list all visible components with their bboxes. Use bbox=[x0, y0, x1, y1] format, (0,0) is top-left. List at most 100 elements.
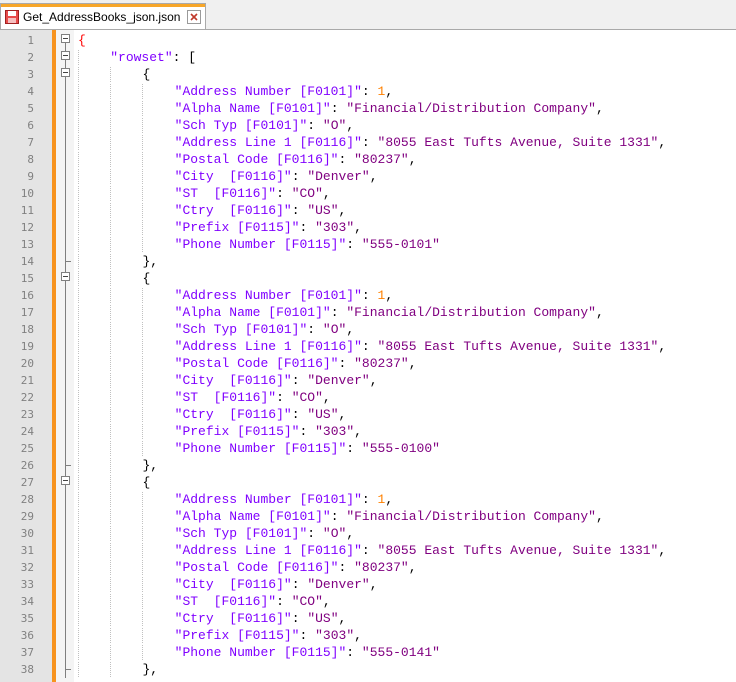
code-line[interactable]: 38 }, bbox=[0, 661, 736, 678]
code-text: }, bbox=[78, 254, 158, 269]
code-line[interactable]: 4 "Address Number [F0101]": 1, bbox=[0, 83, 736, 100]
line-number: 18 bbox=[20, 323, 34, 336]
code-text: { bbox=[78, 33, 86, 48]
code-line[interactable]: 27 { bbox=[0, 474, 736, 491]
code-line[interactable]: 8 "Postal Code [F0116]": "80237", bbox=[0, 151, 736, 168]
line-number: 6 bbox=[27, 119, 34, 132]
fold-guide-line bbox=[65, 287, 66, 304]
code-line[interactable]: 34 "ST [F0116]": "CO", bbox=[0, 593, 736, 610]
active-tab-indicator bbox=[1, 4, 205, 7]
fold-guide-line bbox=[65, 466, 66, 474]
line-number: 5 bbox=[27, 102, 34, 115]
code-line[interactable]: 19 "Address Line 1 [F0116]": "8055 East … bbox=[0, 338, 736, 355]
code-text: "Ctry [F0116]": "US", bbox=[78, 611, 346, 626]
fold-guide-line bbox=[65, 304, 66, 321]
line-number: 26 bbox=[20, 459, 34, 472]
code-line[interactable]: 26 }, bbox=[0, 457, 736, 474]
code-line[interactable]: 21 "City [F0116]": "Denver", bbox=[0, 372, 736, 389]
code-text: "Alpha Name [F0101]": "Financial/Distrib… bbox=[78, 305, 604, 320]
fold-toggle-icon[interactable] bbox=[61, 68, 70, 77]
code-line[interactable]: 30 "Sch Typ [F0101]": "O", bbox=[0, 525, 736, 542]
fold-toggle-icon[interactable] bbox=[61, 51, 70, 60]
fold-guide-line bbox=[65, 406, 66, 423]
code-text: "Prefix [F0115]": "303", bbox=[78, 628, 362, 643]
line-number: 2 bbox=[27, 51, 34, 64]
code-line[interactable]: 17 "Alpha Name [F0101]": "Financial/Dist… bbox=[0, 304, 736, 321]
line-number: 9 bbox=[27, 170, 34, 183]
code-line[interactable]: 18 "Sch Typ [F0101]": "O", bbox=[0, 321, 736, 338]
code-text: "Ctry [F0116]": "US", bbox=[78, 203, 346, 218]
fold-guide-line bbox=[65, 593, 66, 610]
line-number: 22 bbox=[20, 391, 34, 404]
fold-guide-line bbox=[65, 262, 66, 270]
line-number: 3 bbox=[27, 68, 34, 81]
code-line[interactable]: 12 "Prefix [F0115]": "303", bbox=[0, 219, 736, 236]
fold-end-marker bbox=[65, 457, 71, 466]
tab-bar: Get_AddressBooks_json.json bbox=[0, 0, 736, 30]
code-line[interactable]: 31 "Address Line 1 [F0116]": "8055 East … bbox=[0, 542, 736, 559]
code-line[interactable]: 32 "Postal Code [F0116]": "80237", bbox=[0, 559, 736, 576]
fold-end-marker bbox=[65, 661, 71, 670]
code-line[interactable]: 37 "Phone Number [F0115]": "555-0141" bbox=[0, 644, 736, 661]
line-number: 37 bbox=[20, 646, 34, 659]
code-text: { bbox=[78, 271, 150, 286]
code-text: "Prefix [F0115]": "303", bbox=[78, 220, 362, 235]
line-number: 33 bbox=[20, 578, 34, 591]
code-line[interactable]: 24 "Prefix [F0115]": "303", bbox=[0, 423, 736, 440]
fold-guide-line bbox=[65, 355, 66, 372]
code-text: "Address Line 1 [F0116]": "8055 East Tuf… bbox=[78, 135, 666, 150]
code-line[interactable]: 15 { bbox=[0, 270, 736, 287]
line-number: 19 bbox=[20, 340, 34, 353]
code-line[interactable]: 36 "Prefix [F0115]": "303", bbox=[0, 627, 736, 644]
line-number: 21 bbox=[20, 374, 34, 387]
line-number: 17 bbox=[20, 306, 34, 319]
fold-guide-line bbox=[65, 168, 66, 185]
code-text: "Address Line 1 [F0116]": "8055 East Tuf… bbox=[78, 543, 666, 558]
code-line[interactable]: 20 "Postal Code [F0116]": "80237", bbox=[0, 355, 736, 372]
fold-guide-line bbox=[65, 100, 66, 117]
fold-toggle-icon[interactable] bbox=[61, 34, 70, 43]
code-text: "Postal Code [F0116]": "80237", bbox=[78, 560, 417, 575]
code-text: "ST [F0116]": "CO", bbox=[78, 186, 331, 201]
code-line[interactable]: 35 "Ctry [F0116]": "US", bbox=[0, 610, 736, 627]
line-number: 36 bbox=[20, 629, 34, 642]
code-text: "City [F0116]": "Denver", bbox=[78, 169, 378, 184]
code-line[interactable]: 25 "Phone Number [F0115]": "555-0100" bbox=[0, 440, 736, 457]
line-number: 25 bbox=[20, 442, 34, 455]
fold-toggle-icon[interactable] bbox=[61, 272, 70, 281]
code-line[interactable]: 1{ bbox=[0, 32, 736, 49]
code-line[interactable]: 29 "Alpha Name [F0101]": "Financial/Dist… bbox=[0, 508, 736, 525]
code-line[interactable]: 11 "Ctry [F0116]": "US", bbox=[0, 202, 736, 219]
code-line[interactable]: 14 }, bbox=[0, 253, 736, 270]
code-line[interactable]: 33 "City [F0116]": "Denver", bbox=[0, 576, 736, 593]
code-line[interactable]: 6 "Sch Typ [F0101]": "O", bbox=[0, 117, 736, 134]
code-editor[interactable]: 1{2 "rowset": [3 {4 "Address Number [F01… bbox=[0, 30, 736, 682]
code-line[interactable]: 23 "Ctry [F0116]": "US", bbox=[0, 406, 736, 423]
code-line[interactable]: 16 "Address Number [F0101]": 1, bbox=[0, 287, 736, 304]
code-line[interactable]: 28 "Address Number [F0101]": 1, bbox=[0, 491, 736, 508]
fold-guide-line bbox=[65, 542, 66, 559]
code-line[interactable]: 3 { bbox=[0, 66, 736, 83]
code-line[interactable]: 2 "rowset": [ bbox=[0, 49, 736, 66]
code-line[interactable]: 22 "ST [F0116]": "CO", bbox=[0, 389, 736, 406]
line-number: 34 bbox=[20, 595, 34, 608]
code-text: "ST [F0116]": "CO", bbox=[78, 390, 331, 405]
code-text: "Phone Number [F0115]": "555-0141" bbox=[78, 645, 440, 660]
fold-guide-line bbox=[65, 202, 66, 219]
code-text: "ST [F0116]": "CO", bbox=[78, 594, 331, 609]
tab-title: Get_AddressBooks_json.json bbox=[23, 10, 181, 24]
code-line[interactable]: 13 "Phone Number [F0115]": "555-0101" bbox=[0, 236, 736, 253]
line-number: 12 bbox=[20, 221, 34, 234]
code-line[interactable]: 10 "ST [F0116]": "CO", bbox=[0, 185, 736, 202]
document-tab[interactable]: Get_AddressBooks_json.json bbox=[0, 3, 206, 29]
code-text: "Alpha Name [F0101]": "Financial/Distrib… bbox=[78, 101, 604, 116]
code-text: "Ctry [F0116]": "US", bbox=[78, 407, 346, 422]
fold-toggle-icon[interactable] bbox=[61, 476, 70, 485]
code-text: "Phone Number [F0115]": "555-0101" bbox=[78, 237, 440, 252]
code-line[interactable]: 5 "Alpha Name [F0101]": "Financial/Distr… bbox=[0, 100, 736, 117]
code-line[interactable]: 7 "Address Line 1 [F0116]": "8055 East T… bbox=[0, 134, 736, 151]
code-text: "Address Line 1 [F0116]": "8055 East Tuf… bbox=[78, 339, 666, 354]
close-icon[interactable] bbox=[187, 10, 201, 24]
line-number: 4 bbox=[27, 85, 34, 98]
code-line[interactable]: 9 "City [F0116]": "Denver", bbox=[0, 168, 736, 185]
